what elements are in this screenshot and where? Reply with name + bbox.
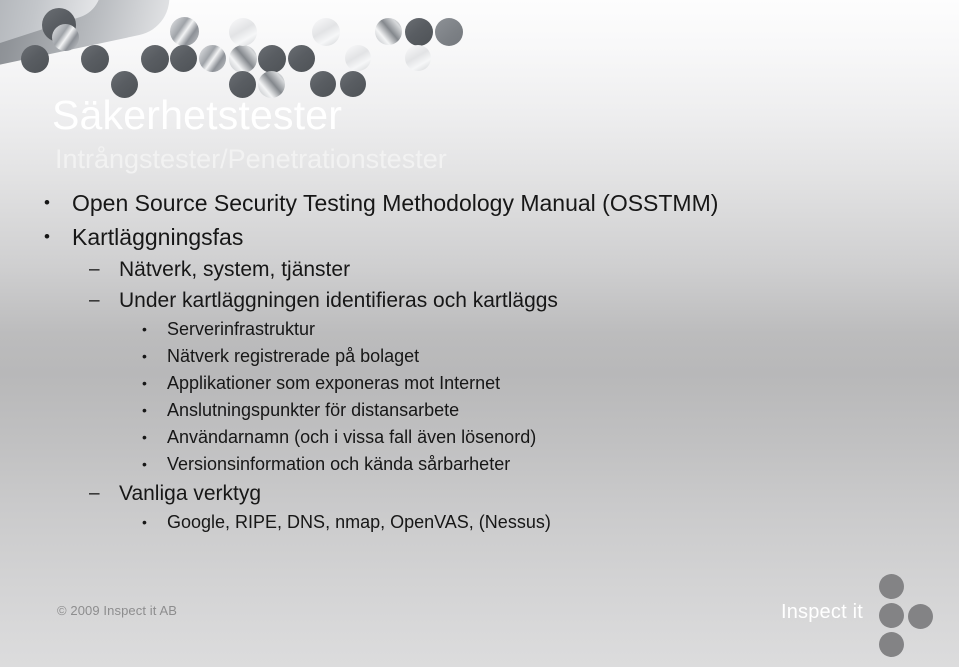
- decorative-dot: [258, 45, 286, 73]
- list-item: • Open Source Security Testing Methodolog…: [44, 186, 935, 220]
- logo-dot-bottom: [879, 632, 904, 657]
- bullet-marker-icon: •: [142, 321, 147, 337]
- list-item-label: Vanliga verktyg: [119, 482, 262, 505]
- brand-name: Inspect it: [780, 601, 863, 623]
- list-item: • Google, RIPE, DNS, nmap, OpenVAS, (Ness…: [44, 509, 935, 536]
- logo-dot-middle-right: [908, 604, 933, 629]
- copyright-text: © 2009 Inspect it AB: [57, 603, 177, 618]
- bullet-marker-icon: •: [142, 429, 147, 445]
- list-item-label: Google, RIPE, DNS, nmap, OpenVAS, (Nessu…: [167, 512, 551, 532]
- page-title: Säkerhetstester: [52, 92, 343, 138]
- list-item-label: Versionsinformation och kända sårbarhete…: [167, 454, 511, 474]
- list-item: • Kartläggningsfas: [44, 220, 935, 254]
- list-item-label: Nätverk, system, tjänster: [119, 258, 351, 281]
- bullet-marker-icon: •: [142, 514, 147, 530]
- decorative-dot: [375, 18, 402, 45]
- decorative-dot: [435, 18, 463, 46]
- list-item: • Användarnamn (och i vissa fall även lös…: [44, 424, 935, 451]
- decorative-dot: [405, 18, 433, 46]
- list-item-label: Nätverk registrerade på bolaget: [167, 346, 420, 366]
- decorative-dot: [288, 45, 315, 72]
- decorative-dot: [199, 45, 226, 72]
- decorative-dot: [21, 45, 49, 73]
- bullet-marker-icon: –: [89, 483, 100, 504]
- list-item-label: Under kartläggningen identifieras och ka…: [119, 289, 558, 312]
- bullet-marker-icon: •: [44, 193, 50, 212]
- list-item-label: Serverinfrastruktur: [167, 319, 316, 339]
- bullet-marker-icon: •: [142, 375, 147, 391]
- list-item-label: Kartläggningsfas: [72, 224, 244, 250]
- decorative-dot: [229, 45, 257, 73]
- logo-dot-top: [879, 574, 904, 599]
- list-item-label: Anslutningspunkter för distansarbete: [167, 400, 460, 420]
- decorative-dot: [52, 24, 79, 51]
- decorative-dot: [170, 45, 197, 72]
- decorative-dot: [81, 45, 109, 73]
- list-item: • Anslutningspunkter för distansarbete: [44, 397, 935, 424]
- bullet-marker-icon: •: [142, 348, 147, 364]
- bullet-marker-icon: •: [44, 227, 50, 246]
- logo-dot-middle-left: [879, 603, 904, 628]
- decorative-dot: [229, 18, 257, 46]
- decorative-dot: [345, 45, 371, 71]
- list-item-label: Open Source Security Testing Methodology…: [72, 190, 719, 216]
- page-subtitle: Intrångstester/Penetrationstester: [55, 144, 447, 174]
- inspect-it-logo-icon: [869, 574, 943, 658]
- list-item: – Vanliga verktyg: [44, 478, 935, 509]
- decorative-dot: [141, 45, 169, 73]
- bullet-list: • Open Source Security Testing Methodolog…: [44, 186, 935, 536]
- decorative-dot: [405, 45, 431, 71]
- decorative-dot: [312, 18, 340, 46]
- list-item: – Under kartläggningen identifieras och k…: [44, 285, 935, 316]
- list-item: • Nätverk registrerade på bolaget: [44, 343, 935, 370]
- decorative-dot: [340, 71, 366, 97]
- list-item: • Versionsinformation och kända sårbarhet…: [44, 451, 935, 478]
- bullet-marker-icon: •: [142, 456, 147, 472]
- bullet-marker-icon: –: [89, 259, 100, 280]
- list-item-label: Applikationer som exponeras mot Internet: [167, 373, 501, 393]
- decorative-dot: [170, 17, 199, 46]
- list-item-label: Användarnamn (och i vissa fall även löse…: [167, 427, 537, 447]
- list-item: • Applikationer som exponeras mot Interne…: [44, 370, 935, 397]
- bullet-marker-icon: –: [89, 290, 100, 311]
- slide-canvas: Säkerhetstester Intrångstester/Penetrati…: [0, 0, 959, 667]
- list-item: • Serverinfrastruktur: [44, 316, 935, 343]
- list-item: – Nätverk, system, tjänster: [44, 254, 935, 285]
- bullet-marker-icon: •: [142, 402, 147, 418]
